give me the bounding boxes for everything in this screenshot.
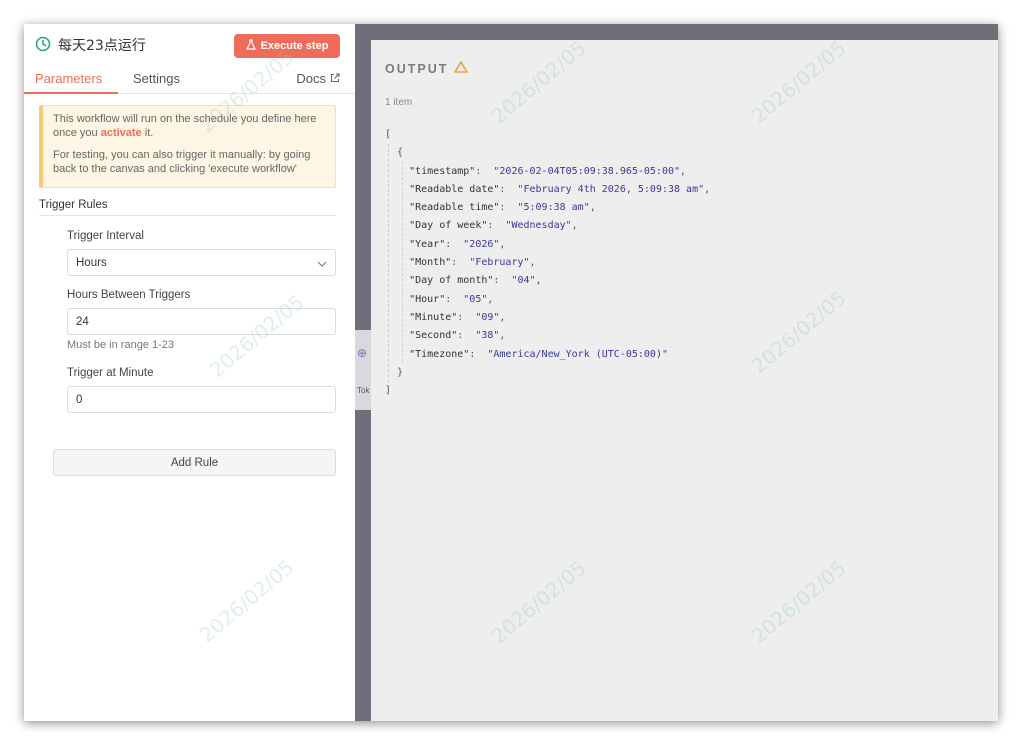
json-field-line: "Hour": "05", [409,293,494,305]
json-value[interactable]: "2026" [463,239,499,250]
chevron-down-icon [317,259,327,267]
trigger-interval-value: Hours [76,256,107,269]
json-key: "Year" [409,238,446,250]
node-header: 每天23点运行 Execute step Parameters Settings… [24,24,355,94]
json-field-line: "Day of week": "Wednesday", [409,220,578,232]
notice-text: This workflow will run on the schedule y… [53,113,317,139]
trigger-minute-label: Trigger at Minute [67,367,154,379]
json-key: "Hour" [409,293,446,305]
json-key: "Timezone" [409,348,470,360]
json-value[interactable]: "February 4th 2026, 5:09:38 am" [517,184,704,195]
json-field-line: "Readable time": "5:09:38 am", [409,202,596,214]
json-field-line: "Day of month": "04", [409,275,542,287]
json-key: "Readable date" [409,183,500,195]
json-key: "Second" [409,330,458,342]
notice-line-1: This workflow will run on the schedule y… [53,112,325,140]
panel-tabs: Parameters Settings Docs [24,66,355,94]
external-link-icon [330,71,340,86]
canvas-node-peek[interactable] [355,330,371,410]
parameters-panel: 每天23点运行 Execute step Parameters Settings… [24,24,355,721]
watermark: 2026/02/05 [204,289,309,383]
watermark: 2026/02/05 [746,35,851,129]
notice-line-2: For testing, you can also trigger it man… [53,149,311,175]
tab-parameters[interactable]: Parameters [35,71,102,86]
json-key: "Day of month" [409,275,494,287]
hours-range-hint: Must be in range 1-23 [67,339,175,351]
json-object-close: } [397,366,404,378]
json-object-open: { [397,147,404,159]
json-key: "Day of week" [409,220,488,232]
watermark: 2026/02/05 [746,555,851,649]
json-array-open: [ [385,129,392,140]
watermark: 2026/02/05 [486,35,591,129]
execute-step-button[interactable]: Execute step [234,34,340,58]
json-field-line: "Year": "2026", [409,238,506,250]
node-title[interactable]: 每天23点运行 [58,35,146,55]
json-key: "Minute" [409,311,458,323]
schedule-notice: This workflow will run on the schedule y… [39,105,336,188]
trigger-interval-label: Trigger Interval [67,230,144,242]
watermark: 2026/02/05 [486,555,591,649]
json-value[interactable]: "Wednesday" [505,220,571,231]
trigger-minute-value: 0 [76,393,83,406]
json-key: "timestamp" [409,165,476,177]
hours-between-label: Hours Between Triggers [67,289,191,301]
canvas-node-label: Tok [357,386,370,395]
add-rule-button[interactable]: Add Rule [53,449,336,476]
json-field-line: "Timezone": "America/New_York (UTC-05:00… [409,348,668,360]
tab-settings[interactable]: Settings [133,71,180,86]
json-field-line: "Readable date": "February 4th 2026, 5:0… [409,183,711,195]
json-array-close: ] [385,385,392,397]
activate-link[interactable]: activate [101,127,142,139]
node-type-icon: ⊕ [357,346,368,360]
warning-icon[interactable] [454,61,469,76]
watermark: 2026/02/05 [194,554,299,648]
hours-between-input[interactable]: 24 [67,308,336,335]
json-key: "Month" [409,257,452,269]
clock-icon [35,36,51,52]
output-header: OUTPUT [385,61,469,76]
watermark: 2026/02/05 [746,285,851,379]
hours-between-value: 24 [76,315,89,328]
active-tab-indicator [24,92,118,94]
output-panel: OUTPUT 1 item [ { "timestamp": "2026-02-… [371,36,998,721]
json-value[interactable]: "04" [511,275,535,286]
output-title: OUTPUT [385,61,449,76]
json-value[interactable]: "38" [475,330,499,341]
trigger-interval-select[interactable]: Hours [67,249,336,276]
json-field-line: "Second": "38", [409,330,506,342]
json-key: "Readable time" [409,202,500,214]
json-field-line: "timestamp": "2026-02-04T05:09:38.965-05… [409,165,687,177]
json-value[interactable]: "America/New_York (UTC-05:00)" [487,349,668,360]
trigger-rules-title: Trigger Rules [39,199,108,211]
docs-label: Docs [296,71,326,86]
json-value[interactable]: "February" [469,257,529,268]
json-value[interactable]: "09" [475,312,499,323]
notice-text-suffix: it. [141,127,154,139]
items-count: 1 item [385,97,413,108]
execute-step-label: Execute step [260,40,329,52]
docs-link[interactable]: Docs [296,71,340,86]
trigger-minute-input[interactable]: 0 [67,386,336,413]
json-value[interactable]: "5:09:38 am" [517,202,589,213]
section-divider [39,215,336,216]
json-value[interactable]: "2026-02-04T05:09:38.965-05:00" [493,166,680,177]
json-field-line: "Minute": "09", [409,311,506,323]
flask-icon [245,39,256,53]
json-output: [ { "timestamp": "2026-02-04T05:09:38.96… [385,126,710,400]
json-field-line: "Month": "February", [409,257,536,269]
json-value[interactable]: "05" [463,294,487,305]
app-window: 每天23点运行 Execute step Parameters Settings… [24,24,998,721]
